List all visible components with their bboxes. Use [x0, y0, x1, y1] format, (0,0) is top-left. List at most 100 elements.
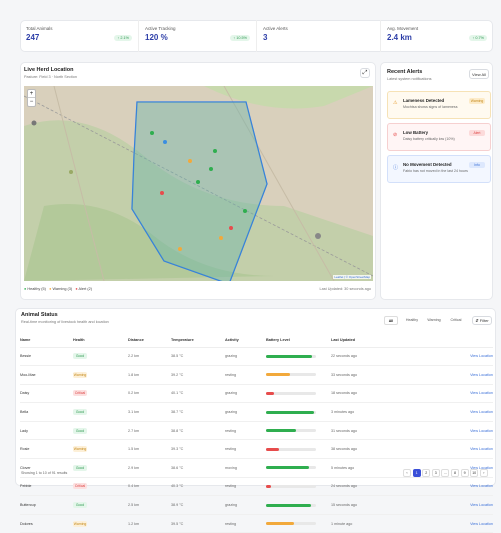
- cell-name: Bella: [20, 402, 73, 422]
- column-header[interactable]: Temperature: [171, 333, 225, 348]
- alert-item[interactable]: ⊘ Low Battery Daisy battery critically l…: [387, 123, 491, 151]
- stat-value: 247: [26, 33, 40, 42]
- cell-temperature: 39.5 °C: [171, 514, 225, 533]
- cell-health: Good: [73, 495, 128, 515]
- warning-icon: ⚠: [393, 100, 398, 106]
- column-header[interactable]: Activity: [225, 333, 266, 348]
- column-header[interactable]: Name: [20, 333, 73, 348]
- cell-activity: grazing: [225, 402, 266, 422]
- table-row: Pebble Critical 0.4 km 40.3 °C resting 24 sec…: [20, 477, 493, 497]
- cell-name: Lady: [20, 421, 73, 441]
- page-button[interactable]: 2: [422, 469, 431, 477]
- view-location-link[interactable]: View Location: [431, 347, 493, 367]
- alert-title: Low Battery: [403, 130, 429, 135]
- column-header[interactable]: Distance: [128, 333, 171, 348]
- view-location-link[interactable]: View Location: [431, 402, 493, 422]
- zoom-in-button[interactable]: +: [28, 90, 35, 98]
- alert-description: Daisy battery critically low (10%): [403, 137, 455, 141]
- health-badge: Good: [73, 464, 87, 471]
- stat-change-badge: ↑ 10.5%: [230, 35, 250, 41]
- page-button[interactable]: 9: [460, 469, 469, 477]
- cell-last-updated: 38 seconds ago: [331, 439, 431, 460]
- cell-activity: resting: [225, 421, 266, 441]
- animal-marker-warning: [219, 236, 223, 240]
- health-badge: Good: [73, 353, 87, 360]
- map-view[interactable]: + − Leaflet | © OpenStreetMap: [24, 86, 373, 281]
- battery-bar: [266, 522, 316, 526]
- view-location-link[interactable]: View Location: [431, 477, 493, 497]
- alert-item[interactable]: ⚠ Lameness Detected Mochtsa shows signs …: [387, 91, 491, 119]
- cell-battery: [266, 477, 331, 497]
- map-zoom-controls: + −: [27, 89, 36, 107]
- alert-item[interactable]: ⓘ No Movement Detected Fabio has not mov…: [387, 155, 491, 183]
- filter-label: Filter: [479, 318, 489, 323]
- cell-distance: 2.5 km: [128, 495, 171, 515]
- prev-page-button[interactable]: ‹: [403, 469, 411, 477]
- view-location-link[interactable]: View Location: [431, 421, 493, 441]
- column-header[interactable]: Health: [73, 333, 128, 348]
- map-attribution[interactable]: Leaflet | © OpenStreetMap: [333, 275, 371, 279]
- column-header[interactable]: Battery Level: [266, 333, 331, 348]
- view-location-link[interactable]: View Location: [431, 365, 493, 385]
- pagination-summary: Showing 1 to 10 of 91 results: [21, 471, 68, 475]
- next-page-button[interactable]: ›: [479, 469, 488, 477]
- cell-activity: resting: [225, 365, 266, 385]
- cell-health: Warning: [73, 439, 128, 460]
- cell-battery: [266, 514, 331, 533]
- stat-card-tracking: Active Tracking 120 % ↑ 10.5%: [138, 20, 256, 52]
- battery-fill: [266, 447, 279, 451]
- cell-temperature: 39.3 °C: [171, 439, 225, 460]
- alert-badge: Warning: [469, 98, 485, 104]
- tab-critical[interactable]: Critical: [446, 316, 466, 325]
- info-icon: ⓘ: [393, 165, 399, 171]
- health-badge: Warning: [73, 371, 87, 378]
- stat-card-movement: Avg. Movement 2.4 km ↑ 0.7%: [380, 20, 493, 52]
- cell-distance: 1.8 km: [128, 365, 171, 385]
- animal-marker-healthy: [150, 131, 154, 135]
- cell-last-updated: 3 minutes ago: [331, 402, 431, 422]
- zoom-out-button[interactable]: −: [28, 98, 35, 106]
- battery-bar: [266, 466, 316, 470]
- cell-name: Dolores: [20, 514, 73, 533]
- cell-activity: grazing: [225, 347, 266, 367]
- cell-name: Daisy: [20, 384, 73, 404]
- tab-all[interactable]: All: [384, 316, 398, 325]
- map-last-updated: Last Updated: 30 seconds ago: [319, 287, 371, 291]
- column-header: [431, 333, 493, 348]
- expand-map-button[interactable]: ⤢: [360, 68, 370, 78]
- table-row: Lady Good 2.7 km 38.8 °C resting 31 seconds a…: [20, 421, 493, 441]
- map-legend: ● Healthy (5) ● Warning (3) ● Alert (2): [24, 287, 92, 291]
- alerts-subtitle: Latest system notifications: [387, 77, 432, 81]
- animal-marker-healthy: [196, 180, 200, 184]
- view-all-button[interactable]: View All: [469, 69, 489, 79]
- page-button[interactable]: 3: [431, 469, 440, 477]
- cell-name: Buttercup: [20, 495, 73, 515]
- tab-warning[interactable]: Warning: [424, 316, 444, 325]
- battery-bar: [266, 429, 316, 433]
- view-location-link[interactable]: View Location: [431, 495, 493, 515]
- cell-distance: 2.9 km: [128, 458, 171, 478]
- page-button[interactable]: 1: [412, 469, 421, 477]
- cell-health: Warning: [73, 365, 128, 385]
- tab-healthy[interactable]: Healthy: [402, 316, 422, 325]
- view-location-link[interactable]: View Location: [431, 439, 493, 460]
- alert-badge: Alert: [469, 130, 485, 136]
- cell-health: Good: [73, 402, 128, 422]
- table-row: Buttercup Good 2.5 km 38.9 °C grazing 15 seco…: [20, 495, 493, 515]
- battery-bar: [266, 447, 316, 451]
- page-button[interactable]: 8: [451, 469, 459, 477]
- legend-warning: ● Warning (3): [49, 287, 73, 291]
- view-location-link[interactable]: View Location: [431, 384, 493, 404]
- page-button[interactable]: 10: [470, 469, 479, 477]
- filter-button[interactable]: ⇵ Filter: [472, 316, 492, 325]
- table-header-row: Name Health Distance Temperature Activit…: [20, 333, 493, 348]
- table-row: Rosie Warning 1.5 km 39.3 °C resting 38 secon…: [20, 439, 493, 460]
- alerts-title: Recent Alerts: [387, 69, 423, 75]
- cell-battery: [266, 402, 331, 422]
- view-location-link[interactable]: View Location: [431, 514, 493, 533]
- health-badge: Warning: [73, 520, 87, 527]
- cell-distance: 2.7 km: [128, 421, 171, 441]
- column-header[interactable]: Last Updated: [331, 333, 431, 348]
- cell-last-updated: 15 seconds ago: [331, 495, 431, 515]
- animal-marker-warning: [178, 247, 182, 251]
